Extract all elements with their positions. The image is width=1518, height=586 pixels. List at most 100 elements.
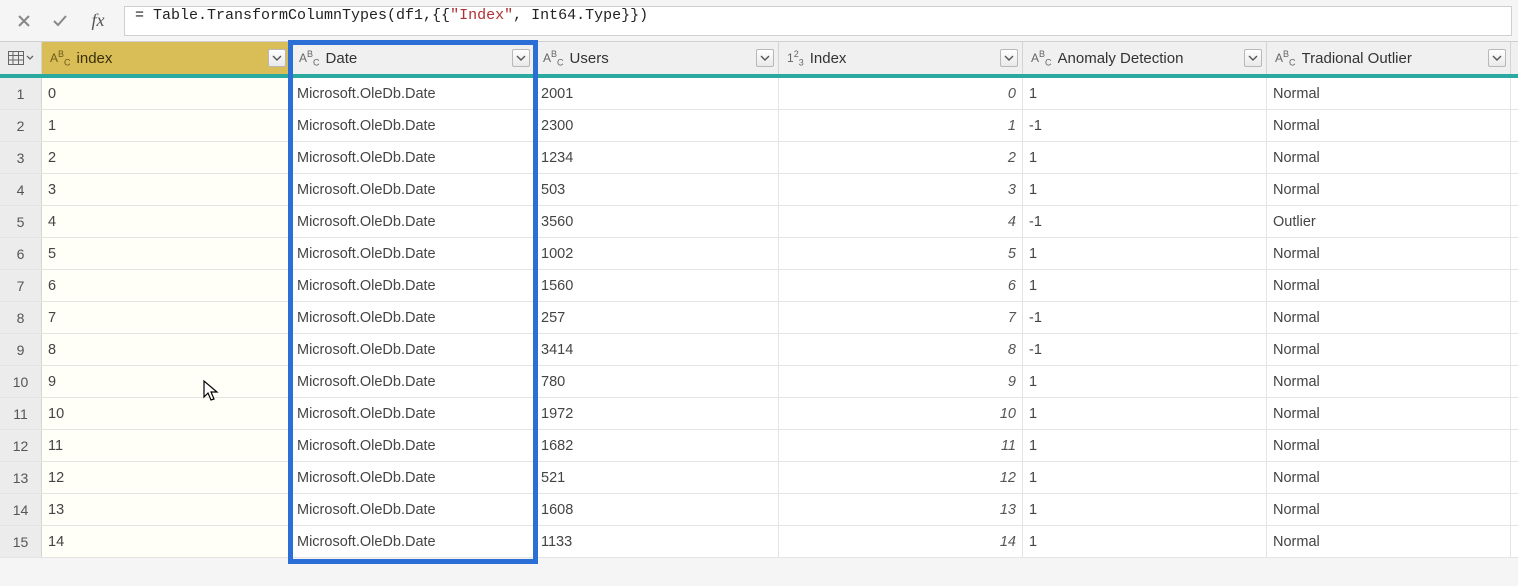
cell-index[interactable]: 12 <box>42 462 291 493</box>
cell-users[interactable]: 503 <box>535 174 779 205</box>
row-number[interactable]: 14 <box>0 494 42 525</box>
table-row[interactable]: 1514Microsoft.OleDb.Date1133141Normal <box>0 526 1518 558</box>
cell-idx2[interactable]: 5 <box>779 238 1023 269</box>
cell-idx2[interactable]: 10 <box>779 398 1023 429</box>
column-header-anom[interactable]: ABCAnomaly Detection <box>1023 42 1267 74</box>
row-number[interactable]: 8 <box>0 302 42 333</box>
cell-users[interactable]: 780 <box>535 366 779 397</box>
cell-users[interactable]: 1972 <box>535 398 779 429</box>
cell-index[interactable]: 2 <box>42 142 291 173</box>
cell-users[interactable]: 3560 <box>535 206 779 237</box>
cell-trad[interactable]: Outlier <box>1267 206 1511 237</box>
cell-anom[interactable]: 1 <box>1023 494 1267 525</box>
row-number[interactable]: 10 <box>0 366 42 397</box>
cell-anom[interactable]: -1 <box>1023 334 1267 365</box>
cell-trad[interactable]: Normal <box>1267 398 1511 429</box>
cell-trad[interactable]: Normal <box>1267 270 1511 301</box>
cell-idx2[interactable]: 2 <box>779 142 1023 173</box>
cell-date[interactable]: Microsoft.OleDb.Date <box>291 238 535 269</box>
formula-cancel-button[interactable] <box>6 6 42 36</box>
cell-users[interactable]: 1608 <box>535 494 779 525</box>
formula-accept-button[interactable] <box>42 6 78 36</box>
cell-trad[interactable]: Normal <box>1267 238 1511 269</box>
row-number[interactable]: 6 <box>0 238 42 269</box>
cell-index[interactable]: 11 <box>42 430 291 461</box>
table-row[interactable]: 65Microsoft.OleDb.Date100251Normal <box>0 238 1518 270</box>
cell-date[interactable]: Microsoft.OleDb.Date <box>291 398 535 429</box>
row-number[interactable]: 9 <box>0 334 42 365</box>
table-row[interactable]: 87Microsoft.OleDb.Date2577-1Normal <box>0 302 1518 334</box>
table-row[interactable]: 21Microsoft.OleDb.Date23001-1Normal <box>0 110 1518 142</box>
cell-users[interactable]: 1002 <box>535 238 779 269</box>
cell-idx2[interactable]: 0 <box>779 78 1023 109</box>
cell-date[interactable]: Microsoft.OleDb.Date <box>291 302 535 333</box>
cell-date[interactable]: Microsoft.OleDb.Date <box>291 526 535 557</box>
row-number[interactable]: 15 <box>0 526 42 557</box>
cell-users[interactable]: 2001 <box>535 78 779 109</box>
cell-anom[interactable]: 1 <box>1023 366 1267 397</box>
cell-users[interactable]: 257 <box>535 302 779 333</box>
cell-trad[interactable]: Normal <box>1267 142 1511 173</box>
cell-index[interactable]: 7 <box>42 302 291 333</box>
column-filter-button[interactable] <box>1000 49 1018 67</box>
column-filter-button[interactable] <box>512 49 530 67</box>
cell-index[interactable]: 14 <box>42 526 291 557</box>
cell-trad[interactable]: Normal <box>1267 494 1511 525</box>
cell-date[interactable]: Microsoft.OleDb.Date <box>291 206 535 237</box>
cell-trad[interactable]: Normal <box>1267 366 1511 397</box>
table-row[interactable]: 10Microsoft.OleDb.Date200101Normal <box>0 78 1518 110</box>
cell-trad[interactable]: Normal <box>1267 302 1511 333</box>
row-number[interactable]: 3 <box>0 142 42 173</box>
table-row[interactable]: 54Microsoft.OleDb.Date35604-1Outlier <box>0 206 1518 238</box>
column-filter-button[interactable] <box>1488 49 1506 67</box>
cell-date[interactable]: Microsoft.OleDb.Date <box>291 334 535 365</box>
column-header-index[interactable]: ABCindex <box>42 42 291 74</box>
cell-idx2[interactable]: 4 <box>779 206 1023 237</box>
cell-index[interactable]: 1 <box>42 110 291 141</box>
cell-idx2[interactable]: 8 <box>779 334 1023 365</box>
cell-trad[interactable]: Normal <box>1267 334 1511 365</box>
cell-users[interactable]: 521 <box>535 462 779 493</box>
cell-anom[interactable]: 1 <box>1023 270 1267 301</box>
table-row[interactable]: 76Microsoft.OleDb.Date156061Normal <box>0 270 1518 302</box>
cell-anom[interactable]: 1 <box>1023 78 1267 109</box>
table-row[interactable]: 43Microsoft.OleDb.Date50331Normal <box>0 174 1518 206</box>
cell-date[interactable]: Microsoft.OleDb.Date <box>291 494 535 525</box>
cell-idx2[interactable]: 12 <box>779 462 1023 493</box>
cell-anom[interactable]: 1 <box>1023 462 1267 493</box>
row-number[interactable]: 12 <box>0 430 42 461</box>
column-filter-button[interactable] <box>268 49 286 67</box>
cell-idx2[interactable]: 9 <box>779 366 1023 397</box>
cell-index[interactable]: 3 <box>42 174 291 205</box>
row-number[interactable]: 7 <box>0 270 42 301</box>
cell-anom[interactable]: -1 <box>1023 206 1267 237</box>
cell-idx2[interactable]: 13 <box>779 494 1023 525</box>
cell-anom[interactable]: 1 <box>1023 526 1267 557</box>
table-row[interactable]: 1211Microsoft.OleDb.Date1682111Normal <box>0 430 1518 462</box>
column-header-idx2[interactable]: 123Index <box>779 42 1023 74</box>
cell-anom[interactable]: 1 <box>1023 238 1267 269</box>
row-number[interactable]: 4 <box>0 174 42 205</box>
column-header-date[interactable]: ABCDate <box>291 42 535 74</box>
column-header-trad[interactable]: ABCTradional Outlier <box>1267 42 1511 74</box>
cell-index[interactable]: 6 <box>42 270 291 301</box>
row-number[interactable]: 2 <box>0 110 42 141</box>
cell-trad[interactable]: Normal <box>1267 110 1511 141</box>
cell-idx2[interactable]: 6 <box>779 270 1023 301</box>
cell-anom[interactable]: -1 <box>1023 110 1267 141</box>
cell-anom[interactable]: 1 <box>1023 174 1267 205</box>
cell-idx2[interactable]: 11 <box>779 430 1023 461</box>
row-number[interactable]: 1 <box>0 78 42 109</box>
cell-index[interactable]: 8 <box>42 334 291 365</box>
cell-index[interactable]: 5 <box>42 238 291 269</box>
table-row[interactable]: 1413Microsoft.OleDb.Date1608131Normal <box>0 494 1518 526</box>
table-row[interactable]: 98Microsoft.OleDb.Date34148-1Normal <box>0 334 1518 366</box>
cell-date[interactable]: Microsoft.OleDb.Date <box>291 174 535 205</box>
cell-date[interactable]: Microsoft.OleDb.Date <box>291 430 535 461</box>
cell-index[interactable]: 10 <box>42 398 291 429</box>
cell-idx2[interactable]: 1 <box>779 110 1023 141</box>
cell-date[interactable]: Microsoft.OleDb.Date <box>291 110 535 141</box>
row-number[interactable]: 11 <box>0 398 42 429</box>
table-row[interactable]: 32Microsoft.OleDb.Date123421Normal <box>0 142 1518 174</box>
cell-idx2[interactable]: 3 <box>779 174 1023 205</box>
